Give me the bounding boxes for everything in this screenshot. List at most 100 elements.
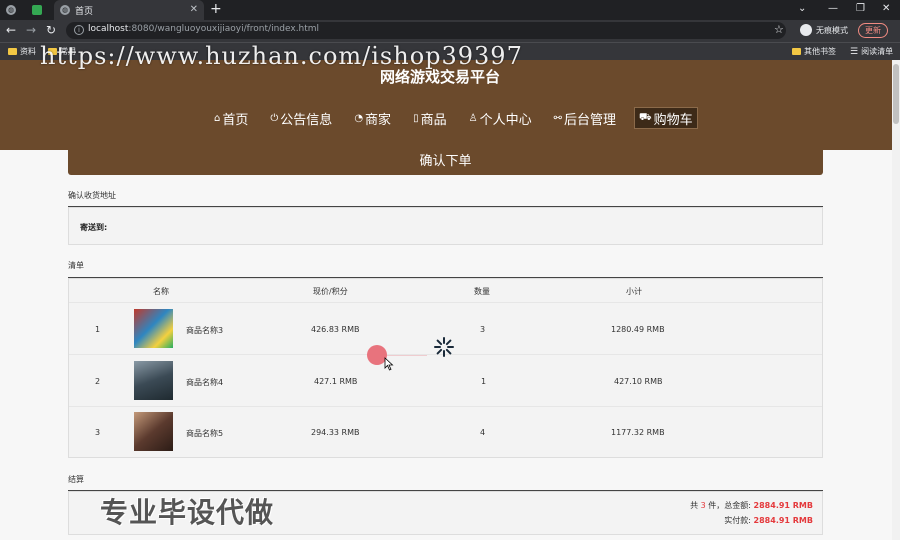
product-qty: 3 [480, 325, 486, 334]
ship-to-label: 寄送到: [80, 223, 108, 232]
bookmark-folder[interactable]: 资料 [8, 46, 36, 57]
nav-cart[interactable]: ⛟ 购物车 [633, 107, 698, 129]
power-icon: ⏻ [270, 112, 279, 124]
url-text[interactable]: localhost:8080/wangluoyouxijiaoyi/front/… [88, 24, 319, 34]
incognito-indicator[interactable]: 无痕模式 [800, 24, 848, 36]
forward-icon[interactable]: → [26, 23, 36, 37]
row-index: 2 [95, 377, 101, 386]
globe-icon: ◍ [60, 5, 70, 15]
info-icon[interactable]: i [74, 25, 84, 35]
nav-label: 后台管理 [563, 112, 616, 128]
tab-search-icon[interactable]: ⌄ [798, 3, 806, 14]
nav-home[interactable]: ⌂ 首页 [210, 107, 252, 129]
nav-admin[interactable]: ⚯ 后台管理 [550, 107, 620, 129]
scrollbar-thumb[interactable] [893, 64, 899, 124]
bookmark-folder[interactable]: 其他书签 [792, 46, 836, 57]
product-price: 294.33 RMB [311, 428, 360, 437]
product-thumbnail[interactable] [134, 361, 173, 400]
total-amount: 2884.91 RMB [753, 501, 813, 510]
total-label: 件，总金额: [708, 501, 751, 510]
folder-icon [8, 48, 17, 55]
confirm-order-title: 确认下单 [68, 150, 823, 175]
address-bar[interactable]: i localhost:8080/wangluoyouxijiaoyi/fron… [66, 22, 786, 39]
nav-merchants[interactable]: ◔ 商家 [350, 107, 395, 129]
browser-tab[interactable]: ◍ [0, 0, 26, 20]
site-header: 网络游戏交易平台 ⌂ 首页 ⏻ 公告信息 ◔ 商家 ▯ 商品 ♙ 个人中心 ⚯ 后台管理 ⛟… [0, 60, 892, 150]
checkout-section-title: 结算 [68, 475, 84, 484]
close-window-button[interactable]: ✕ [882, 3, 890, 14]
product-name[interactable]: 商品名称3 [186, 325, 223, 336]
update-button[interactable]: 更新 [858, 23, 888, 38]
incognito-label: 无痕模式 [816, 25, 848, 35]
total-count: 3 [700, 501, 706, 510]
product-name[interactable]: 商品名称4 [186, 377, 223, 388]
product-subtotal: 1280.49 RMB [611, 325, 665, 334]
reading-list-icon: ☰ [850, 46, 859, 57]
main-nav: ⌂ 首页 ⏻ 公告信息 ◔ 商家 ▯ 商品 ♙ 个人中心 ⚯ 后台管理 ⛟ 购物车 [210, 106, 712, 130]
column-header-price: 现价/积分 [313, 287, 348, 296]
mouse-pointer-icon [384, 357, 394, 371]
product-name[interactable]: 商品名称5 [186, 428, 223, 439]
browser-tab-bar: ◍ ◍ 首页 ✕ + ⌄ — ❐ ✕ [0, 0, 900, 20]
column-header-subtotal: 小计 [626, 287, 642, 296]
order-total-line: 共 3 件，总金额: 2884.91 RMB [690, 500, 813, 511]
product-qty: 1 [481, 377, 487, 386]
nav-label: 首页 [222, 112, 249, 128]
nav-profile[interactable]: ♙ 个人中心 [465, 107, 536, 129]
page-scrollbar[interactable] [892, 60, 900, 540]
url-watermark: https://www.huzhan.com/ishop39397 [40, 42, 523, 70]
bookmark-label: 阅读清单 [861, 47, 894, 56]
user-icon: ♙ [468, 112, 478, 124]
minimize-button[interactable]: — [828, 3, 838, 14]
nav-label: 购物车 [653, 112, 693, 128]
row-index: 3 [95, 428, 101, 437]
column-header-name: 名称 [153, 287, 169, 296]
bookmark-star-icon[interactable]: ☆ [774, 23, 784, 36]
order-table [68, 278, 823, 458]
text-watermark: 专业毕设代做 [100, 496, 275, 529]
nav-label: 商品 [420, 112, 447, 128]
loading-spinner-icon [434, 337, 454, 357]
restore-button[interactable]: ❐ [856, 3, 865, 14]
incognito-icon [800, 24, 812, 36]
reading-list[interactable]: ☰ 阅读清单 [850, 46, 893, 57]
nav-products[interactable]: ▯ 商品 [409, 107, 451, 129]
cursor-trail [387, 355, 427, 356]
bookmark-label: 其他书签 [804, 47, 836, 56]
row-index: 1 [95, 325, 101, 334]
folder-icon [792, 48, 801, 55]
address-section-title: 确认收货地址 [68, 191, 116, 200]
list-section-title: 清单 [68, 261, 84, 270]
reload-icon[interactable]: ↻ [46, 23, 56, 37]
address-box [68, 207, 823, 245]
back-icon[interactable]: ← [6, 23, 16, 37]
total-prefix: 共 [690, 501, 699, 510]
nav-label: 个人中心 [479, 112, 532, 128]
new-tab-button[interactable]: + [210, 2, 222, 16]
close-tab-icon[interactable]: ✕ [190, 4, 198, 15]
header-divider [69, 302, 822, 303]
product-thumbnail[interactable] [134, 412, 173, 451]
product-subtotal: 427.10 RMB [614, 377, 663, 386]
nav-label: 公告信息 [280, 112, 333, 128]
row-divider [69, 406, 822, 407]
globe-icon: ◍ [6, 5, 16, 15]
nav-announcements[interactable]: ⏻ 公告信息 [266, 107, 336, 129]
paid-label: 实付款: [724, 516, 751, 525]
product-qty: 4 [480, 428, 486, 437]
paid-line: 实付款: 2884.91 RMB [724, 515, 813, 526]
browser-tab-active[interactable]: ◍ 首页 ✕ [54, 0, 204, 20]
cart-icon: ⛟ [638, 111, 652, 123]
product-subtotal: 1177.32 RMB [611, 428, 665, 437]
book-icon: ▯ [413, 112, 419, 124]
sheet-icon [32, 5, 42, 15]
paid-amount: 2884.91 RMB [753, 516, 813, 525]
product-price: 426.83 RMB [311, 325, 360, 334]
link-icon: ⚯ [553, 112, 562, 124]
column-header-qty: 数量 [474, 287, 490, 296]
tab-title: 首页 [75, 6, 94, 17]
product-thumbnail[interactable] [134, 309, 173, 348]
browser-tab[interactable] [26, 0, 52, 20]
home-icon: ⌂ [214, 112, 221, 124]
dashboard-icon: ◔ [354, 112, 364, 124]
